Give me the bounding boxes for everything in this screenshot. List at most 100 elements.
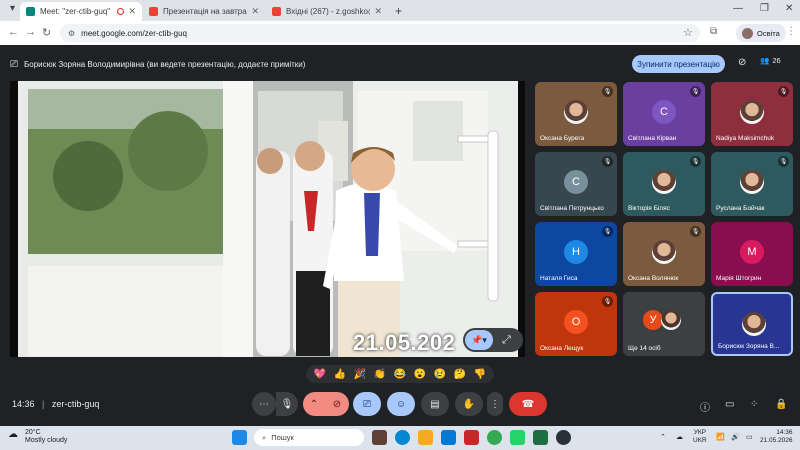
close-icon[interactable]: ✕ [251, 6, 259, 17]
stage-controls: 📌▾ ⤢ [463, 328, 523, 352]
reaction-emoji[interactable]: 🤔 [454, 369, 466, 380]
media-player-icon[interactable] [556, 430, 571, 445]
emoji-button[interactable]: ☺ [387, 392, 415, 416]
reaction-emoji[interactable]: 👏 [374, 369, 386, 380]
reaction-emoji[interactable]: 👎 [474, 369, 486, 380]
restore-icon[interactable]: ❐ [760, 3, 769, 14]
tab-search-icon[interactable]: ▾ [10, 3, 15, 14]
separator: | [42, 399, 45, 409]
onedrive-icon[interactable]: ☁ [676, 433, 683, 441]
video-options-button[interactable]: ⌃ [303, 392, 325, 416]
participant-tile[interactable]: Н 🎙 Наталя Гиса [535, 222, 617, 286]
profile-button[interactable]: Освіта [736, 24, 786, 42]
browser-menu-icon[interactable]: ⋮ [786, 26, 796, 37]
tab-meet[interactable]: Meet: "zer-ctib-guq" ✕ [20, 2, 142, 21]
participant-tile[interactable]: С 🎙 Світлана Кірван [623, 82, 705, 146]
camera-button[interactable]: ⊘ [325, 392, 349, 416]
tab-presentation[interactable]: Презентація на завтра - z.gosh ✕ [143, 2, 265, 21]
participant-name: Оксана Бурега [540, 135, 585, 142]
mic-muted-icon: 🎙 [602, 226, 613, 237]
participant-tile[interactable]: 🎙 Оксана Волянюк [623, 222, 705, 286]
avatar [740, 100, 764, 124]
language-indicator[interactable]: УКР UKR [693, 429, 707, 445]
activities-icon[interactable]: ⁘ [750, 399, 758, 410]
bookmark-star-icon[interactable]: ☆ [683, 26, 693, 39]
leave-call-button[interactable]: ☎ [509, 392, 547, 416]
participant-tile[interactable]: С 🎙 Світлана Петрунцько [535, 152, 617, 216]
office-icon[interactable] [464, 430, 479, 445]
avatar [652, 170, 676, 194]
reaction-emoji[interactable]: 👍 [334, 369, 346, 380]
more-audio-options-button[interactable]: ⋯ [252, 392, 276, 416]
participant-tile[interactable]: 🎙 Оксана Бурега [535, 82, 617, 146]
excel-icon[interactable] [533, 430, 548, 445]
mic-muted-icon: 🎙 [602, 86, 613, 97]
system-clock[interactable]: 14:36 21.05.2026 [760, 429, 793, 445]
chrome-icon[interactable] [487, 430, 502, 445]
outlook-icon[interactable] [441, 430, 456, 445]
close-icon[interactable]: ✕ [128, 6, 136, 17]
back-icon[interactable]: ← [8, 26, 19, 38]
task-view-icon[interactable] [372, 430, 387, 445]
file-explorer-icon[interactable] [418, 430, 433, 445]
people-icon: 👥 [760, 56, 770, 65]
captions-button[interactable]: ▤ [421, 392, 449, 416]
participant-tile[interactable]: М Марія Штогрин [711, 222, 793, 286]
raise-hand-button[interactable]: ✋ [455, 392, 483, 416]
meeting-time: 14:36 [12, 399, 35, 409]
participant-tile[interactable]: У Ще 14 осіб [623, 292, 705, 356]
info-icon[interactable]: ⓘ [700, 399, 710, 414]
reload-icon[interactable]: ↻ [42, 26, 51, 39]
present-button[interactable]: ⎚ [353, 392, 381, 416]
windows-start-icon[interactable] [232, 430, 247, 445]
whatsapp-icon[interactable] [510, 430, 525, 445]
mic-muted-icon: 🎙 [602, 296, 613, 307]
edge-icon[interactable] [395, 430, 410, 445]
pin-icon[interactable]: 📌▾ [465, 330, 493, 350]
camera-off-icon[interactable]: ⊘ [738, 57, 746, 68]
participant-tile[interactable]: О 🎙 Оксана Лещук [535, 292, 617, 356]
forward-icon[interactable]: → [25, 26, 36, 38]
meet-favicon-icon [26, 7, 35, 16]
participant-tile[interactable]: 🎙 Руслана Бойчак [711, 152, 793, 216]
url-input[interactable]: ⚙ meet.google.com/zer-ctib-guq [60, 24, 700, 42]
search-icon: ⌕ [262, 432, 267, 442]
avatar: М [740, 240, 764, 264]
reactions-bar: 💖 👍 🎉 👏 😂 😮 😢 🤔 👎 [306, 365, 494, 383]
wifi-icon[interactable]: 📶 [716, 433, 725, 441]
reaction-emoji[interactable]: 😢 [434, 369, 446, 380]
reaction-emoji[interactable]: 💖 [314, 369, 326, 380]
tray-overflow-icon[interactable]: ⌃ [660, 433, 666, 441]
microphone-button[interactable]: 🎙 [276, 392, 298, 416]
stop-presenting-button[interactable]: Зупинити презентацію [632, 55, 725, 73]
close-icon[interactable]: ✕ [374, 6, 382, 17]
volume-icon[interactable]: 🔊 [731, 433, 740, 441]
participant-tile[interactable]: Борисюк Зоряна В... [711, 292, 793, 356]
tab-title: Вхідні (267) - z.goshko@ippo.k [286, 7, 370, 16]
site-info-icon[interactable]: ⚙ [68, 29, 75, 38]
chat-icon[interactable]: ▭ [725, 399, 734, 410]
window-close-icon[interactable]: ✕ [785, 3, 793, 14]
participant-name: Наталя Гиса [540, 275, 578, 282]
participant-tile[interactable]: 🎙 Nadiya Maksimchuk [711, 82, 793, 146]
clock-date: 21.05.2026 [760, 437, 793, 444]
participants-count[interactable]: 👥 26 [760, 56, 781, 65]
new-tab-icon[interactable]: + [395, 4, 402, 18]
reaction-emoji[interactable]: 😮 [414, 369, 426, 380]
host-controls-icon[interactable]: 🔒 [775, 399, 787, 410]
taskbar-search[interactable]: ⌕ Пошук [254, 429, 364, 446]
participant-tile[interactable]: 🎙 Вікторія Біляс [623, 152, 705, 216]
mic-muted-icon: 🎙 [690, 86, 701, 97]
tab-inbox[interactable]: Вхідні (267) - z.goshko@ippo.k ✕ [266, 2, 388, 21]
more-options-button[interactable]: ⋮ [487, 392, 503, 416]
fullscreen-icon[interactable]: ⤢ [502, 334, 511, 347]
gmail-favicon-icon [272, 7, 281, 16]
minimize-icon[interactable]: — [733, 3, 743, 14]
extensions-icon[interactable]: ⧉ [710, 26, 717, 37]
avatar [742, 27, 753, 39]
battery-icon[interactable]: ▭ [746, 433, 753, 441]
weather-widget[interactable]: ☁ 20°C Mostly cloudy [8, 429, 67, 445]
reaction-emoji[interactable]: 🎉 [354, 369, 366, 380]
lang-bottom: UKR [693, 437, 707, 444]
reaction-emoji[interactable]: 😂 [394, 369, 406, 380]
